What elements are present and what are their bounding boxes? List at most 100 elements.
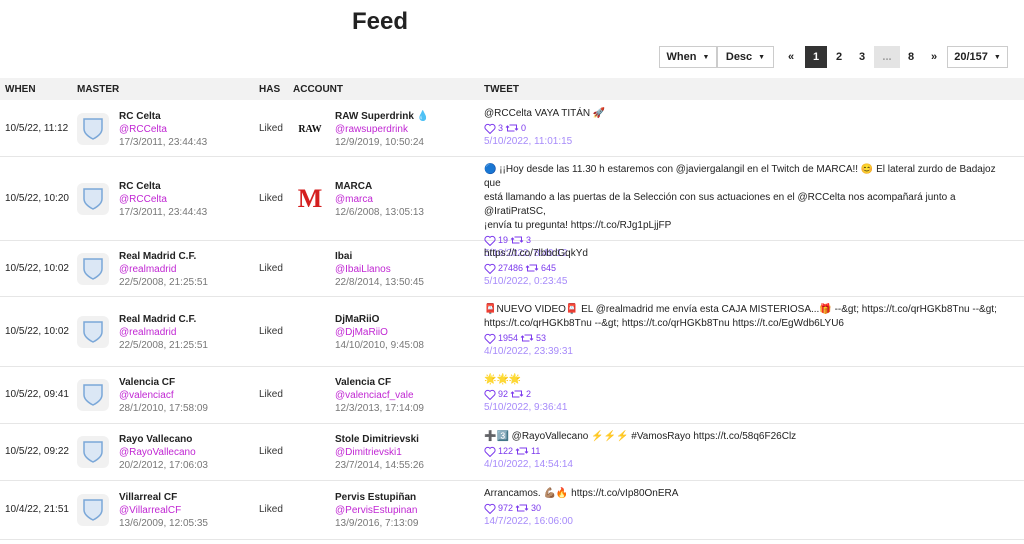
tweet-date[interactable]: 5/10/2022, 0:23:45 bbox=[484, 275, 1004, 289]
tweet-stats: 972 30 bbox=[484, 501, 1004, 515]
account-logo: M bbox=[297, 184, 323, 213]
master-avatar[interactable] bbox=[77, 316, 109, 348]
master-avatar[interactable] bbox=[77, 494, 109, 526]
tweet-stats: 3 0 bbox=[484, 121, 1004, 135]
caret-down-icon: ▼ bbox=[702, 53, 710, 61]
next-page-button[interactable]: » bbox=[923, 46, 945, 68]
account-handle[interactable]: @valenciacf_vale bbox=[335, 389, 424, 402]
account-date: 13/9/2016, 7:13:09 bbox=[335, 518, 419, 529]
account-handle[interactable]: @Dimitrievski1 bbox=[335, 446, 424, 459]
tweet-stats: 92 2 bbox=[484, 387, 1004, 401]
table-row[interactable]: 10/5/22, 09:41 Valencia CF @valenciacf 2… bbox=[0, 367, 1024, 424]
master-handle[interactable]: @RCCelta bbox=[119, 123, 207, 136]
heart-icon bbox=[484, 446, 496, 457]
master-name: Villarreal CF bbox=[119, 492, 178, 503]
retweet-icon bbox=[520, 334, 534, 342]
page-2-button[interactable]: 2 bbox=[828, 46, 850, 68]
account-name: Pervis Estupiñan bbox=[335, 492, 417, 503]
table-row[interactable]: 10/5/22, 09:22 Rayo Vallecano @RayoValle… bbox=[0, 424, 1024, 481]
master-date: 17/3/2011, 23:44:43 bbox=[119, 137, 208, 148]
retweet-icon bbox=[515, 504, 529, 512]
tweet-text-line: ¡envía tu pregunta! https://t.co/RJg1pLj… bbox=[484, 220, 672, 231]
col-master[interactable]: MASTER bbox=[77, 84, 119, 95]
account-avatar[interactable] bbox=[294, 436, 326, 468]
account-avatar[interactable]: M bbox=[294, 183, 326, 215]
account-name: MARCA bbox=[335, 181, 373, 192]
account-avatar[interactable] bbox=[294, 494, 326, 526]
master-handle[interactable]: @RCCelta bbox=[119, 193, 207, 206]
table-row[interactable]: 10/5/22, 10:20 RC Celta @RCCelta 17/3/20… bbox=[0, 157, 1024, 259]
retweet-icon bbox=[510, 390, 524, 398]
master-handle[interactable]: @realmadrid bbox=[119, 263, 208, 276]
account-name: Stole Dimitrievski bbox=[335, 434, 419, 445]
table-row[interactable]: 10/5/22, 11:12 RC Celta @RCCelta 17/3/20… bbox=[0, 101, 1024, 157]
club-crest-icon bbox=[83, 118, 103, 140]
tweet-date[interactable]: 5/10/2022, 9:36:41 bbox=[484, 401, 1004, 415]
page-1-button[interactable]: 1 bbox=[805, 46, 827, 68]
account-avatar[interactable] bbox=[294, 379, 326, 411]
account-handle[interactable]: @PervisEstupinan bbox=[335, 504, 418, 517]
page-3-button[interactable]: 3 bbox=[851, 46, 873, 68]
tweet-date[interactable]: 4/10/2022, 23:39:31 bbox=[484, 345, 1004, 359]
sort-field-dropdown[interactable]: When ▼ bbox=[659, 46, 717, 68]
master-avatar[interactable] bbox=[77, 379, 109, 411]
master-handle[interactable]: @realmadrid bbox=[119, 326, 208, 339]
tweet-date[interactable]: 14/7/2022, 16:06:00 bbox=[484, 515, 1004, 529]
account-avatar[interactable] bbox=[294, 253, 326, 285]
caret-down-icon: ▼ bbox=[993, 53, 1001, 61]
account-avatar[interactable]: RAW bbox=[294, 113, 326, 145]
club-crest-icon bbox=[83, 499, 103, 521]
club-crest-icon bbox=[83, 441, 103, 463]
table-row[interactable]: 10/5/22, 10:02 Real Madrid C.F. @realmad… bbox=[0, 241, 1024, 297]
when-cell: 10/4/22, 21:51 bbox=[5, 504, 69, 515]
sort-field-label: When bbox=[666, 51, 697, 63]
toolbar: When ▼ Desc ▼ « 1 2 3 ... 8 » 20/157 ▼ bbox=[0, 46, 1024, 70]
retweet-count: 2 bbox=[526, 389, 532, 399]
master-avatar[interactable] bbox=[77, 183, 109, 215]
like-count: 92 bbox=[498, 389, 509, 399]
master-name: RC Celta bbox=[119, 181, 161, 192]
master-avatar[interactable] bbox=[77, 253, 109, 285]
when-cell: 10/5/22, 09:22 bbox=[5, 446, 69, 457]
has-cell: Liked bbox=[259, 504, 283, 515]
account-handle[interactable]: @DjMaRiiO bbox=[335, 326, 424, 339]
master-name: RC Celta bbox=[119, 111, 161, 122]
master-name: Rayo Vallecano bbox=[119, 434, 193, 445]
col-when[interactable]: WHEN bbox=[5, 84, 36, 95]
account-avatar[interactable] bbox=[294, 316, 326, 348]
table-row[interactable]: 10/5/22, 10:02 Real Madrid C.F. @realmad… bbox=[0, 297, 1024, 367]
col-account[interactable]: ACCOUNT bbox=[293, 84, 343, 95]
col-has[interactable]: HAS bbox=[259, 84, 280, 95]
master-handle[interactable]: @RayoVallecano bbox=[119, 446, 208, 459]
master-handle[interactable]: @VillarrealCF bbox=[119, 504, 208, 517]
master-avatar[interactable] bbox=[77, 113, 109, 145]
retweet-count: 11 bbox=[531, 446, 541, 456]
has-cell: Liked bbox=[259, 446, 283, 457]
account-name: RAW Superdrink 💧 bbox=[335, 111, 430, 122]
like-count: 3 bbox=[498, 123, 504, 133]
page-8-button[interactable]: 8 bbox=[900, 46, 922, 68]
account-logo: RAW bbox=[298, 123, 322, 135]
tweet-text-line: @RCCelta VAYA TITÁN 🚀 bbox=[484, 108, 606, 119]
account-handle[interactable]: @IbaiLlanos bbox=[335, 263, 424, 276]
tweet-text-line: 🌟🌟🌟 bbox=[484, 374, 522, 385]
tweet-stats: 122 11 bbox=[484, 444, 1004, 458]
tweet-text-line: https://t.co/qrHGKb8Tnu --&gt; https://t… bbox=[484, 318, 844, 329]
table-row[interactable]: 10/4/22, 21:51 Villarreal CF @Villarreal… bbox=[0, 481, 1024, 540]
sort-order-label: Desc bbox=[725, 51, 753, 63]
page-size-dropdown[interactable]: 20/157 ▼ bbox=[947, 46, 1008, 68]
master-avatar[interactable] bbox=[77, 436, 109, 468]
account-name: Valencia CF bbox=[335, 377, 392, 388]
retweet-count: 53 bbox=[536, 333, 547, 343]
col-tweet[interactable]: TWEET bbox=[484, 84, 519, 95]
master-date: 22/5/2008, 21:25:51 bbox=[119, 277, 208, 288]
prev-page-button[interactable]: « bbox=[780, 46, 802, 68]
sort-order-dropdown[interactable]: Desc ▼ bbox=[717, 46, 774, 68]
account-handle[interactable]: @rawsuperdrink bbox=[335, 123, 429, 136]
tweet-date[interactable]: 4/10/2022, 14:54:14 bbox=[484, 458, 1004, 472]
retweet-icon bbox=[515, 447, 529, 455]
page-size-label: 20/157 bbox=[954, 51, 988, 63]
account-handle[interactable]: @marca bbox=[335, 193, 424, 206]
master-handle[interactable]: @valenciacf bbox=[119, 389, 208, 402]
tweet-date[interactable]: 5/10/2022, 11:01:15 bbox=[484, 135, 1004, 149]
